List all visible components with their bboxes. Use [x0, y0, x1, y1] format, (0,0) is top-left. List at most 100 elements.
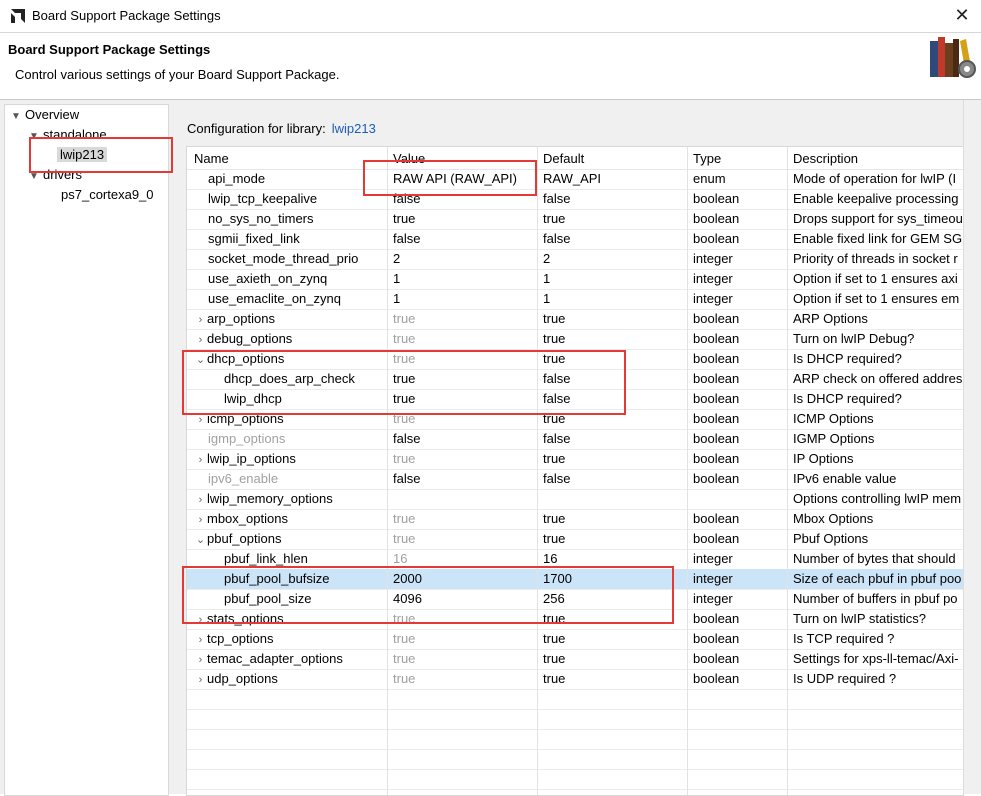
cell-default: true — [543, 211, 566, 226]
table-row[interactable]: lwip_tcp_keepalive false false boolean Enabl… — [187, 189, 963, 210]
cell-description: Mbox Options — [793, 511, 874, 526]
table-row[interactable]: socket_mode_thread_prio 2 2 integer Priority… — [187, 249, 963, 270]
cell-name: use_emaclite_on_zynq — [187, 291, 408, 306]
cell-type: boolean — [693, 611, 740, 626]
cell-value[interactable]: 1 — [393, 271, 533, 286]
row-name-text: arp_options — [207, 311, 275, 326]
cell-description: Turn on lwIP Debug? — [793, 331, 915, 346]
cell-default: true — [543, 631, 566, 646]
table-row[interactable]: › arp_options true true boolean ARP Options — [187, 309, 963, 330]
column-divider — [387, 147, 388, 795]
cell-value[interactable]: 16 — [393, 551, 533, 566]
table-row[interactable]: › lwip_memory_options Options controlling … — [187, 489, 963, 510]
table-row[interactable]: › lwip_ip_options true true boolean IP Option… — [187, 449, 963, 470]
table-row[interactable]: › debug_options true true boolean Turn on lwI… — [187, 329, 963, 350]
row-name-text: sgmii_fixed_link — [208, 231, 300, 246]
settings-table: Name Value Default Type Description api_… — [186, 146, 964, 796]
table-row[interactable]: › udp_options true true boolean Is UDP requir… — [187, 669, 963, 690]
cell-description: Enable keepalive processing — [793, 191, 959, 206]
cell-value[interactable]: true — [393, 531, 533, 546]
vertical-scrollbar[interactable] — [963, 100, 981, 794]
cell-value[interactable]: true — [393, 211, 533, 226]
cell-value[interactable]: true — [393, 651, 533, 666]
chevron-down-icon[interactable]: ▼ — [11, 108, 25, 126]
cell-type: boolean — [693, 331, 740, 346]
table-row[interactable]: igmp_options false false boolean IGMP Option… — [187, 429, 963, 450]
cell-default: true — [543, 311, 566, 326]
highlight-box — [182, 566, 674, 624]
row-name-text: igmp_options — [208, 431, 286, 446]
cell-description: Drops support for sys_timeou — [793, 211, 963, 226]
table-row[interactable]: use_emaclite_on_zynq 1 1 integer Option if s… — [187, 289, 963, 310]
empty-row — [187, 689, 963, 710]
cell-value[interactable]: true — [393, 311, 533, 326]
cell-value[interactable]: true — [393, 631, 533, 646]
highlight-box — [182, 350, 626, 415]
chevron-right-icon[interactable]: › — [194, 454, 207, 466]
cell-type: boolean — [693, 511, 740, 526]
header-subtitle: Control various settings of your Board S… — [15, 67, 340, 82]
cell-name: sgmii_fixed_link — [187, 231, 408, 246]
cell-value[interactable]: false — [393, 431, 533, 446]
cell-value[interactable]: true — [393, 331, 533, 346]
cell-default: true — [543, 531, 566, 546]
chevron-right-icon[interactable]: › — [194, 634, 207, 646]
cell-name: › arp_options — [187, 311, 394, 326]
chevron-right-icon[interactable]: › — [194, 334, 207, 346]
cell-type: boolean — [693, 631, 740, 646]
cell-description: IP Options — [793, 451, 854, 466]
tree-item-cpu[interactable]: ps7_cortexa9_0 — [61, 186, 154, 204]
chevron-right-icon[interactable]: › — [194, 314, 207, 326]
cell-type: integer — [693, 251, 733, 266]
column-header-default[interactable]: Default — [543, 151, 584, 166]
xilinx-logo-icon — [11, 9, 25, 23]
row-name-text: mbox_options — [207, 511, 288, 526]
highlight-box — [29, 137, 173, 173]
chevron-right-icon[interactable]: › — [194, 674, 207, 686]
cell-value[interactable]: false — [393, 231, 533, 246]
cell-name: igmp_options — [187, 431, 408, 446]
column-header-name[interactable]: Name — [194, 151, 229, 166]
chevron-right-icon[interactable]: › — [194, 494, 207, 506]
header-title: Board Support Package Settings — [8, 42, 211, 57]
table-row[interactable]: ipv6_enable false false boolean IPv6 enable … — [187, 469, 963, 490]
chevron-down-icon[interactable]: ⌄ — [194, 533, 207, 546]
cell-type: boolean — [693, 651, 740, 666]
cell-value[interactable]: true — [393, 671, 533, 686]
table-row[interactable]: › mbox_options true true boolean Mbox Options — [187, 509, 963, 530]
cell-value[interactable]: true — [393, 511, 533, 526]
tree-item-overview[interactable]: ▼ Overview — [11, 106, 79, 124]
cell-value[interactable]: 1 — [393, 291, 533, 306]
table-row[interactable]: api_mode RAW API (RAW_API) RAW_API enum Mode… — [187, 169, 963, 190]
column-header-description[interactable]: Description — [793, 151, 858, 166]
cell-description: Size of each pbuf in pbuf poo — [793, 571, 962, 586]
table-row[interactable]: › temac_adapter_options true true boolean Set… — [187, 649, 963, 670]
cell-default: false — [543, 431, 571, 446]
cell-name: › mbox_options — [187, 511, 394, 526]
cell-type: boolean — [693, 671, 740, 686]
close-icon[interactable]: ✕ — [950, 4, 974, 26]
cell-value[interactable]: false — [393, 471, 533, 486]
column-header-type[interactable]: Type — [693, 151, 721, 166]
chevron-right-icon[interactable]: › — [194, 654, 207, 666]
empty-row — [187, 709, 963, 730]
chevron-right-icon[interactable]: › — [194, 514, 207, 526]
cell-type: boolean — [693, 451, 740, 466]
chevron-right-icon[interactable]: › — [194, 414, 207, 426]
cell-description: Settings for xps-ll-temac/Axi- — [793, 651, 959, 666]
cell-value[interactable]: true — [393, 451, 533, 466]
row-name-text: tcp_options — [207, 631, 274, 646]
table-row[interactable]: use_axieth_on_zynq 1 1 integer Option if set… — [187, 269, 963, 290]
cell-type: integer — [693, 271, 733, 286]
cell-value[interactable]: 2 — [393, 251, 533, 266]
table-row[interactable]: sgmii_fixed_link false false boolean Enable … — [187, 229, 963, 250]
row-name-text: lwip_ip_options — [207, 451, 296, 466]
cell-default: 16 — [543, 551, 558, 566]
cell-description: Is DHCP required? — [793, 391, 902, 406]
cell-default: true — [543, 331, 566, 346]
table-row[interactable]: no_sys_no_timers true true boolean Drops sup… — [187, 209, 963, 230]
table-row[interactable]: ⌄ pbuf_options true true boolean Pbuf Options — [187, 529, 963, 550]
table-row[interactable]: › tcp_options true true boolean Is TCP requir… — [187, 629, 963, 650]
library-link[interactable]: lwip213 — [332, 121, 376, 136]
cell-description: Number of bytes that should — [793, 551, 956, 566]
